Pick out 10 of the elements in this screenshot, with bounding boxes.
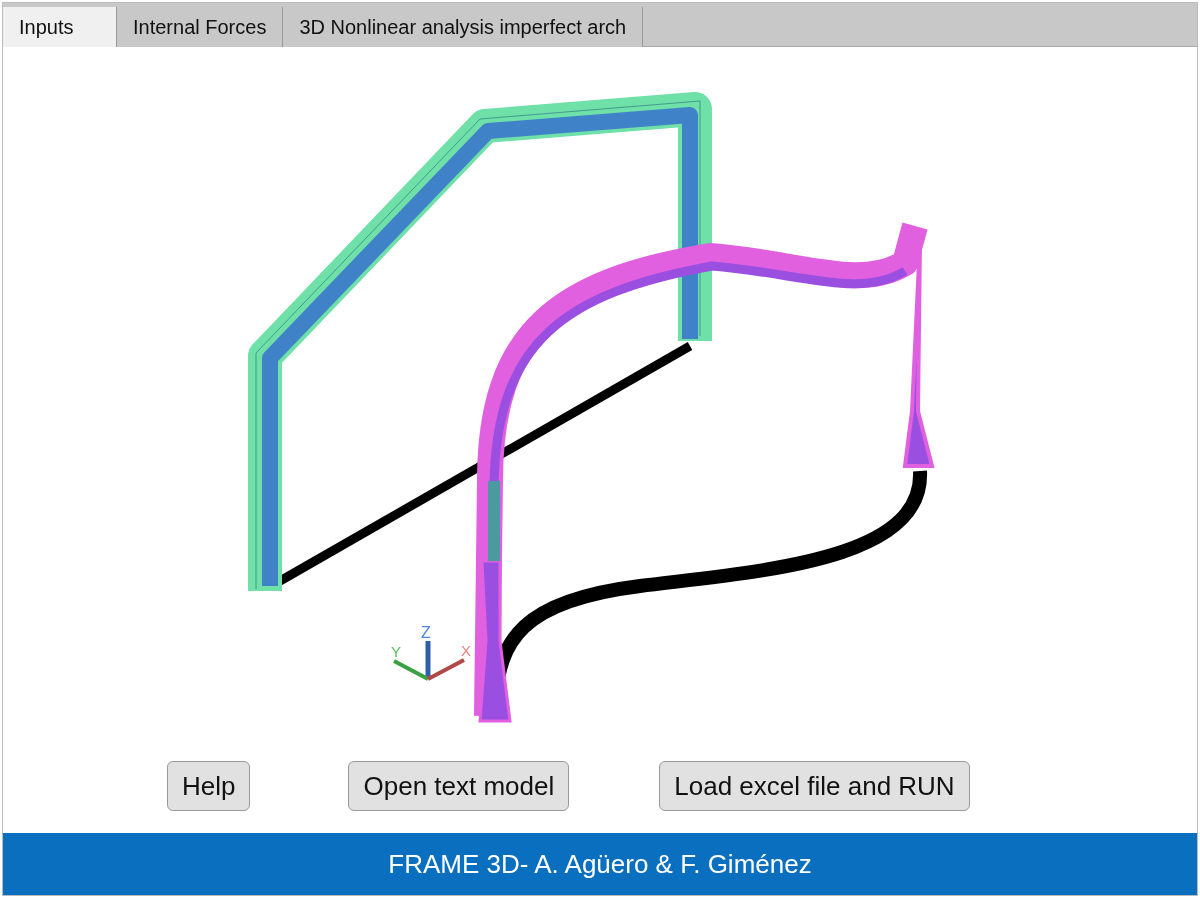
x-axis-label: X bbox=[461, 642, 471, 659]
tab[interactable]: Internal Forces bbox=[117, 7, 284, 47]
action-button[interactable]: Open text model bbox=[348, 761, 570, 811]
action-button[interactable]: Load excel file and RUN bbox=[659, 761, 970, 811]
footer-title: FRAME 3D- A. Agüero & F. Giménez bbox=[3, 833, 1197, 895]
action-button[interactable]: Help bbox=[167, 761, 251, 811]
tab[interactable]: 3D Nonlinear analysis imperfect arch bbox=[283, 7, 644, 47]
tab[interactable]: Inputs bbox=[3, 7, 117, 47]
y-axis-label: Y bbox=[391, 643, 401, 660]
z-axis-label: Z bbox=[421, 624, 431, 641]
